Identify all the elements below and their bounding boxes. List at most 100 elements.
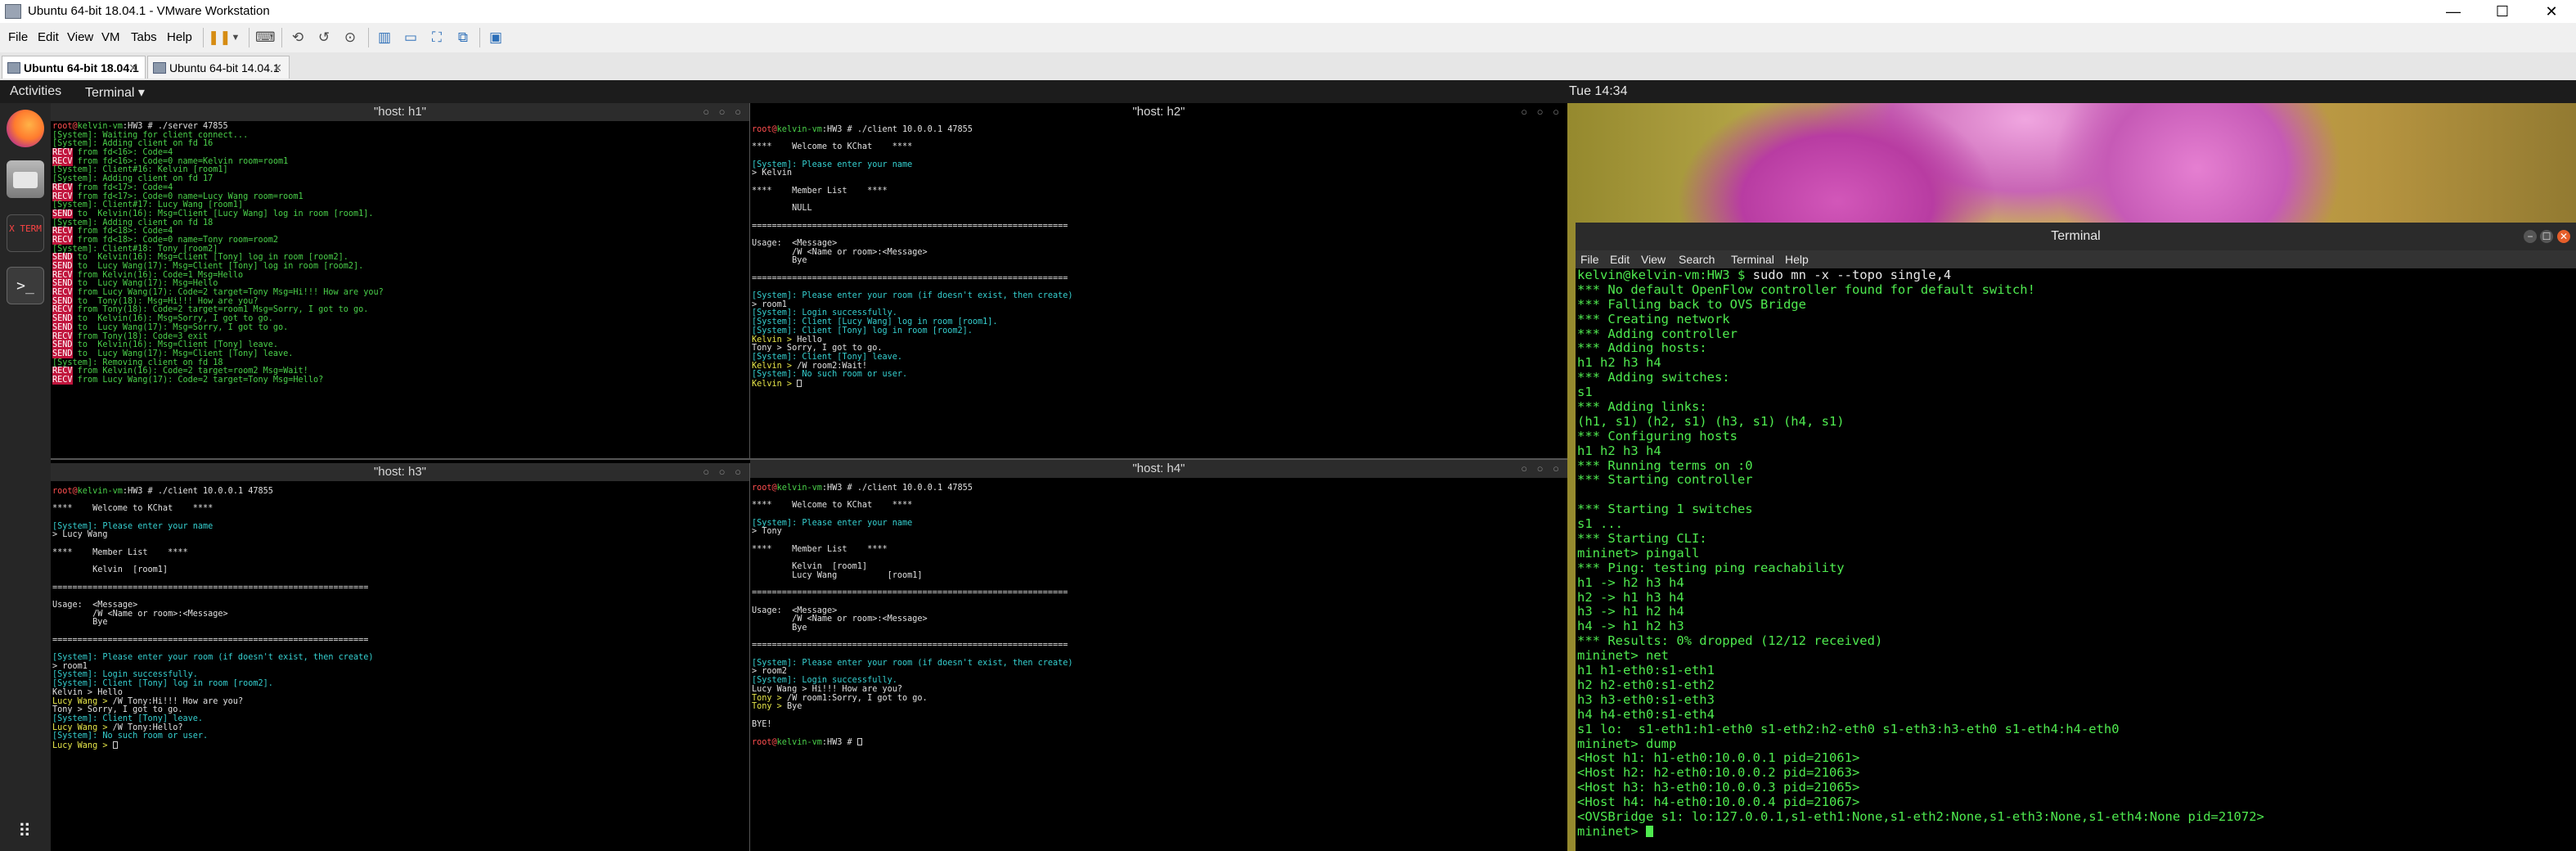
xterm-window-buttons[interactable]: ○ ○ ○ [1521,460,1562,478]
sidebar-icon[interactable]: ▥ [375,28,394,47]
terminal-text: from Tony(18): Code=2 target=room1 Msg=S… [72,305,369,315]
terminal-text: (h1, s1) (h2, s1) (h3, s1) (h4, s1) [1577,413,1845,429]
tab-ubuntu-14[interactable]: Ubuntu 64-bit 14.04.1 ✕ [147,56,290,79]
xterm-h1[interactable]: "host: h1" ○ ○ ○ root@kelvin-vm:HW3 # ./… [51,103,750,460]
menu-tabs[interactable]: Tabs [131,30,157,44]
files-icon[interactable] [7,160,44,198]
terminal-line: root@kelvin-vm:HW3 # ./client 10.0.0.1 4… [752,484,1566,493]
xterm-window-buttons[interactable]: ○ ○ ○ [703,103,744,121]
terminal-text: <Host h2: h2-eth0:10.0.0.2 pid=21063> [1577,765,1860,781]
terminal-text: *** No default OpenFlow controller found… [1577,281,2035,297]
menu-file[interactable]: File [8,30,28,44]
show-apps-icon[interactable]: ⠿ [7,813,44,851]
menu-help[interactable]: Help [167,30,192,44]
terminal-text: **** Welcome to KChat **** [52,504,214,514]
tab-close-icon[interactable]: ✕ [128,56,138,79]
xterm-window-buttons[interactable]: ○ ○ ○ [1521,103,1562,121]
pause-icon[interactable]: ❚❚ [208,28,232,47]
tab-ubuntu-18[interactable]: Ubuntu 64-bit 18.04.1 ✕ [2,56,146,79]
terminal-text: from fd<17>: Code=4 [72,182,173,192]
xterm-icon[interactable]: X TERM [7,214,44,252]
vm-tab-bar: Ubuntu 64-bit 18.04.1 ✕ Ubuntu 64-bit 14… [0,52,2576,81]
menu-view[interactable]: View [67,30,93,44]
xterm-h4[interactable]: "host: h4" ○ ○ ○ root@kelvin-vm:HW3 # ./… [750,460,1567,851]
maximize-icon[interactable]: ☐ [2540,230,2553,243]
terminal-text: Tony > Sorry, I got to go. [52,705,183,715]
terminal-text: Bye [52,618,108,628]
prompt-user: root@ [52,122,78,131]
close-button[interactable]: ✕ [2527,0,2576,23]
prompt-user: root@ [52,487,78,496]
terminal-line: [System]: No such room or user. [752,370,1566,380]
terminal-text: Kelvin > [752,361,798,371]
terminal-text: Lucy Wang > [52,723,113,732]
terminal-line: <Host h2: h2-eth0:10.0.0.2 pid=21063> [1577,765,2576,781]
terminal-text: [System]: Adding client on fd 18 [52,218,214,227]
terminal-text: [System]: Please enter your room (if doe… [752,291,1073,301]
terminal-menu-terminal[interactable]: Terminal [1731,253,1774,266]
text-cursor [112,741,118,749]
terminal-text: [System]: Please enter your room (if doe… [52,653,374,663]
xterm-h2[interactable]: "host: h2" ○ ○ ○ root@kelvin-vm:HW3 # ./… [750,103,1567,460]
terminal-text: ./client 10.0.0.1 47855 [856,484,973,493]
xterm-window-buttons[interactable]: ○ ○ ○ [703,463,744,481]
maximize-button[interactable]: ☐ [2478,0,2527,23]
prompt-user: root@ [752,484,777,493]
xterm-title: "host: h2" [1132,105,1185,119]
terminal-icon[interactable]: >_ [7,267,44,304]
terminal-line: *** Adding controller [1577,326,2576,342]
prompt-host: kelvin-vm [77,487,123,496]
text-cursor [797,379,802,387]
send-keys-icon[interactable]: ⌨ [255,28,276,47]
terminal-text: [System]: Client#16: Kelvin [room1] [52,165,228,175]
unity-icon[interactable]: ⧉ [453,28,473,47]
tab-close-icon[interactable]: ✕ [272,56,282,79]
terminal-menu-search[interactable]: Search [1679,253,1715,266]
terminal-line: mininet> net [1577,648,2576,664]
gnome-terminal-window[interactable]: Terminal − ☐ ✕ File Edit View Search Ter… [1576,223,2576,851]
app-menu[interactable]: Terminal ▾ [85,84,145,101]
terminal-text: Kelvin [room1] [52,565,169,575]
terminal-text: s1 lo: s1-eth1:h1-eth0 s1-eth2:h2-eth0 s… [1577,721,2120,736]
clock[interactable]: Tue 14:34 [1569,84,1627,99]
terminal-text: [System]: Please enter your name [52,521,214,531]
fullscreen-icon[interactable]: ⛶ [427,28,447,47]
prompt-host: kelvin-vm [77,122,123,131]
shell-prompt: root@kelvin-vm:HW3 # [752,125,857,134]
terminal-text: to Lucy Wang(17): Msg=Hello [72,279,218,289]
log-tag: SEND [52,314,73,324]
stretch-icon[interactable]: ▣ [486,28,506,47]
terminal-menu-view[interactable]: View [1641,253,1666,266]
terminal-line: root@kelvin-vm:HW3 # ./client 10.0.0.1 4… [52,487,748,497]
close-icon[interactable]: ✕ [2557,230,2570,243]
snapshot-manager-icon[interactable]: ⊙ [340,28,360,47]
terminal-text: mininet> net [1577,648,1669,664]
dropdown-icon[interactable]: ▼ [226,28,245,47]
terminal-line: [System]: Client [Tony] log in room [roo… [752,326,1566,336]
terminal-line: RECV from Lucy Wang(17): Code=2 target=T… [52,375,748,385]
terminal-line: [System]: Please enter your room (if doe… [752,291,1566,301]
revert-snapshot-icon[interactable]: ↺ [314,28,334,47]
terminal-text: > Lucy Wang [52,530,108,540]
menu-vm[interactable]: VM [101,30,120,44]
minimize-icon[interactable]: − [2524,230,2537,243]
menu-edit[interactable]: Edit [38,30,59,44]
log-tag: RECV [52,227,73,236]
log-tag: SEND [52,279,73,289]
activities-button[interactable]: Activities [10,84,61,99]
xterm-h3[interactable]: "host: h3" ○ ○ ○ root@kelvin-vm:HW3 # ./… [51,463,750,851]
terminal-text: from Kelvin(16): Code=2 target=room2 Msg… [72,367,308,376]
minimize-button[interactable]: — [2429,0,2478,23]
firefox-icon[interactable] [7,110,44,147]
terminal-menu-file[interactable]: File [1580,253,1599,266]
terminal-line: h1 h2 h3 h4 [1577,355,2576,371]
terminal-line: **** Member List **** [752,187,1566,196]
terminal-text: Lucy Wang [room1] [752,570,923,580]
console-icon[interactable]: ▭ [401,28,420,47]
terminal-line: *** Adding switches: [1577,370,2576,385]
terminal-menu-help[interactable]: Help [1785,253,1809,266]
terminal-menu-edit[interactable]: Edit [1610,253,1630,266]
snapshot-icon[interactable]: ⟲ [288,28,308,47]
